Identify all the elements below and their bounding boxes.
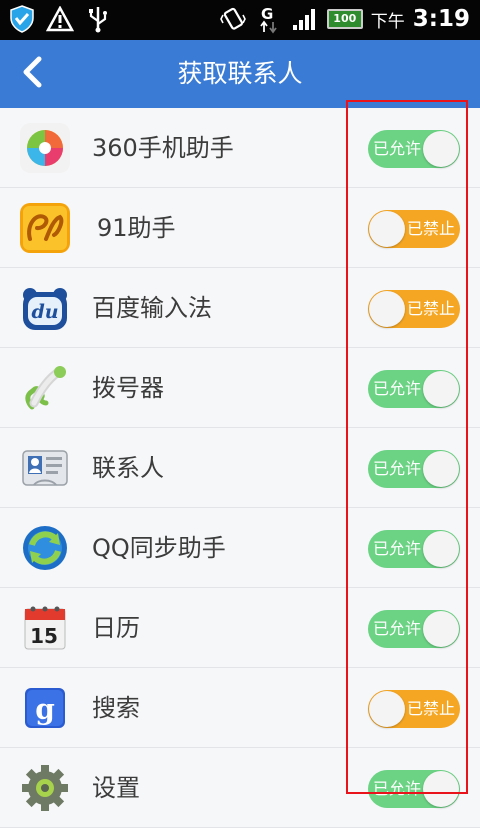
toggle-knob xyxy=(423,371,459,407)
app-name: 设置 xyxy=(92,774,140,802)
calendar-icon: 15 xyxy=(20,603,70,653)
clock-time: 3:19 xyxy=(412,6,470,32)
toggle-status-label: 已禁止 xyxy=(406,219,455,238)
toggle-status-label: 已允许 xyxy=(373,459,422,478)
toggle-status-label: 已允许 xyxy=(373,379,422,398)
toggle-knob xyxy=(423,531,459,567)
app-permission-list: 360手机助手 已允许 91助手 已禁止 du 百度输入法 已禁止 拨号器 已允… xyxy=(0,108,480,828)
app-name: 360手机助手 xyxy=(92,134,234,162)
list-item: 设置 已允许 xyxy=(0,748,480,828)
google-search-icon: g xyxy=(20,683,70,733)
sync-arrows-icon xyxy=(20,523,70,573)
app-name: QQ同步助手 xyxy=(92,534,226,562)
svg-text:G: G xyxy=(261,5,273,23)
toggle-knob xyxy=(423,131,459,167)
app-91-icon xyxy=(20,203,70,253)
permission-toggle[interactable]: 已允许 xyxy=(368,450,460,488)
toggle-status-label: 已允许 xyxy=(373,139,422,158)
app-name: 日历 xyxy=(92,614,140,642)
warning-icon xyxy=(46,4,74,34)
battery-level: 100 xyxy=(333,12,357,25)
contact-card-icon xyxy=(20,443,70,493)
toggle-knob xyxy=(423,451,459,487)
toggle-knob xyxy=(369,291,405,327)
title-bar: 获取联系人 xyxy=(0,40,480,108)
toggle-knob xyxy=(369,211,405,247)
permission-toggle[interactable]: 已允许 xyxy=(368,130,460,168)
signal-icon xyxy=(291,4,319,34)
permission-toggle[interactable]: 已禁止 xyxy=(368,210,460,248)
status-bar: G 100 下午 3:19 xyxy=(0,0,480,40)
toggle-status-label: 已允许 xyxy=(373,779,422,798)
list-item: 联系人 已允许 xyxy=(0,428,480,508)
am-pm-label: 下午 xyxy=(370,11,405,32)
back-button[interactable] xyxy=(0,40,64,108)
list-item: du 百度输入法 已禁止 xyxy=(0,268,480,348)
battery-icon: 100 xyxy=(326,9,363,29)
usb-icon xyxy=(84,4,112,34)
permission-toggle[interactable]: 已允许 xyxy=(368,770,460,808)
app-name: 搜索 xyxy=(92,694,140,722)
baidu-du-icon: du xyxy=(20,283,70,333)
toggle-status-label: 已禁止 xyxy=(406,299,455,318)
g-data-icon: G xyxy=(255,4,283,34)
toggle-status-label: 已允许 xyxy=(373,539,422,558)
calendar-day: 15 xyxy=(30,624,58,648)
app-360-icon xyxy=(20,123,70,173)
vibrate-icon xyxy=(219,4,247,34)
app-name: 百度输入法 xyxy=(92,294,212,322)
permission-toggle[interactable]: 已允许 xyxy=(368,610,460,648)
list-item: QQ同步助手 已允许 xyxy=(0,508,480,588)
app-name: 91助手 xyxy=(97,214,176,242)
toggle-status-label: 已允许 xyxy=(373,619,422,638)
toggle-status-label: 已禁止 xyxy=(406,699,455,718)
list-item: 91助手 已禁止 xyxy=(0,188,480,268)
page-title: 获取联系人 xyxy=(177,59,303,88)
list-item: 360手机助手 已允许 xyxy=(0,108,480,188)
list-item: g 搜索 已禁止 xyxy=(0,668,480,748)
app-name: 拨号器 xyxy=(92,374,164,402)
permission-toggle[interactable]: 已禁止 xyxy=(368,690,460,728)
toggle-knob xyxy=(369,691,405,727)
permission-toggle[interactable]: 已禁止 xyxy=(368,290,460,328)
list-item: 拨号器 已允许 xyxy=(0,348,480,428)
list-item: 15 日历 已允许 xyxy=(0,588,480,668)
permission-toggle[interactable]: 已允许 xyxy=(368,530,460,568)
gear-icon xyxy=(20,763,70,813)
security-shield-icon xyxy=(8,4,36,34)
toggle-knob xyxy=(423,771,459,807)
back-arrow-icon xyxy=(20,55,44,93)
app-name: 联系人 xyxy=(92,454,164,482)
phone-handset-icon xyxy=(20,363,70,413)
permission-toggle[interactable]: 已允许 xyxy=(368,370,460,408)
toggle-knob xyxy=(423,611,459,647)
search-icon-letter: g xyxy=(35,693,55,726)
baidu-icon-text: du xyxy=(31,301,58,323)
